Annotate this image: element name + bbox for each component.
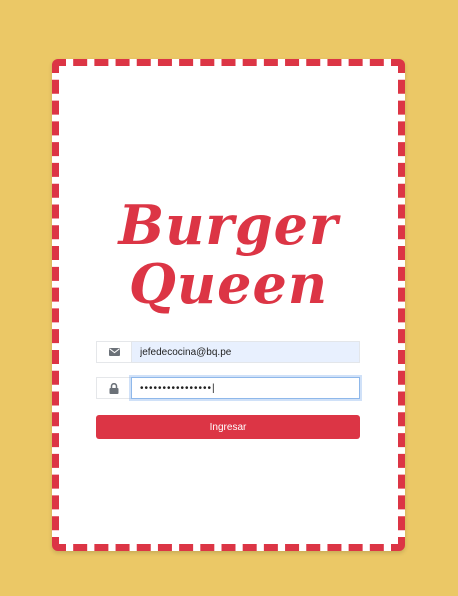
lock-icon [96, 377, 131, 399]
email-input[interactable] [131, 341, 360, 363]
submit-button[interactable]: Ingresar [96, 415, 360, 439]
email-input-group [96, 341, 360, 363]
logo-line-1: Burger [118, 193, 339, 257]
logo-line-2: Queen [128, 252, 329, 316]
password-input-group [96, 377, 360, 399]
envelope-icon [96, 341, 131, 363]
login-card: Burger Queen Ingresar [52, 59, 405, 551]
password-input[interactable] [131, 377, 360, 399]
